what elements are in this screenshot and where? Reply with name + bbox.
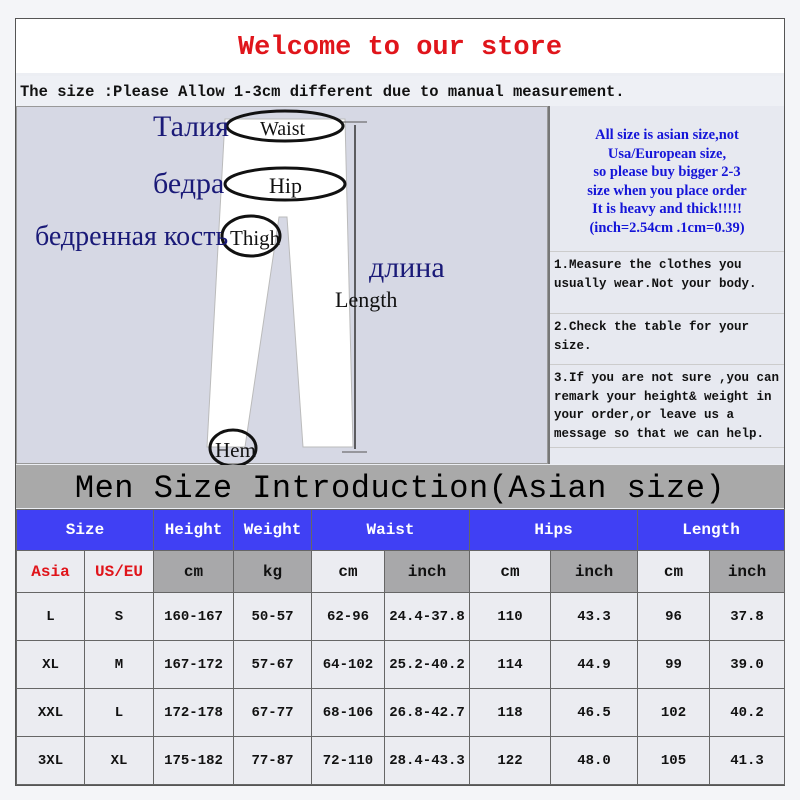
pants-diagram: Талия Waist бедра Hip бедренная кость Th… <box>16 106 548 465</box>
unit-cell: inch <box>550 550 639 593</box>
table-cell: S <box>84 592 154 641</box>
table-cell: 28.4-43.3 <box>383 736 471 785</box>
table-row: L S 160-167 50-57 62-96 24.4-37.8 110 43.3 96 37.… <box>16 592 786 641</box>
header-length: Length <box>637 509 786 551</box>
unit-cell: US/EU <box>84 550 154 593</box>
unit-cell: cm <box>153 550 234 593</box>
table-cell: 26.8-42.7 <box>383 688 471 737</box>
notice-line: Usa/European size, <box>607 145 727 162</box>
table-cell: 175-182 <box>153 736 234 785</box>
table-cell: 172-178 <box>153 688 234 737</box>
store-title: Welcome to our store <box>16 19 784 73</box>
table-cell: 25.2-40.2 <box>383 640 471 689</box>
length-label: Length <box>335 287 397 312</box>
table-cell: 102 <box>637 688 711 737</box>
header-row: Size Height Weight Waist Hips Length <box>16 509 786 551</box>
unit-cell: inch <box>709 550 786 593</box>
table-cell: 50-57 <box>233 592 312 641</box>
unit-cell: inch <box>383 550 471 593</box>
table-row: 3XL XL 175-182 77-87 72-110 28.4-43.3 122 48.0 1… <box>16 736 786 785</box>
table-cell: L <box>84 688 154 737</box>
measurement-note: The size :Please Allow 1-3cm different d… <box>16 76 784 106</box>
table-cell: 122 <box>469 736 552 785</box>
notice-line: so please buy bigger 2-3 <box>593 164 741 180</box>
table-cell: L <box>16 592 85 641</box>
asian-size-notice: All size is asian size,not Usa/European … <box>550 106 784 252</box>
table-cell: 40.2 <box>709 688 786 737</box>
table-cell: XL <box>84 736 154 785</box>
table-cell: 3XL <box>16 736 85 785</box>
table-row: XXL L 172-178 67-77 68-106 26.8-42.7 118 46.5 10… <box>16 688 786 737</box>
length-ru-label: длина <box>369 251 445 284</box>
table-cell: 24.4-37.8 <box>383 592 471 641</box>
table-cell: 37.8 <box>709 592 786 641</box>
table-cell: 105 <box>637 736 711 785</box>
instructions-panel: All size is asian size,not Usa/European … <box>548 106 784 464</box>
step-3: 3.If you are not sure ,you can remark yo… <box>550 365 784 448</box>
unit-cell: kg <box>233 550 312 593</box>
notice-line: size when you place order <box>587 182 747 199</box>
table-cell: 114 <box>469 640 552 689</box>
thigh-label: Thigh <box>230 226 281 250</box>
step-2: 2.Check the table for your size. <box>550 314 784 365</box>
table-cell: 57-67 <box>233 640 312 689</box>
table-cell: XL <box>16 640 85 689</box>
table-cell: XXL <box>16 688 85 737</box>
table-cell: 48.0 <box>550 736 639 785</box>
table-cell: 39.0 <box>709 640 786 689</box>
table-cell: 68-106 <box>311 688 385 737</box>
waist-ru-label: Талия <box>153 110 229 143</box>
table-cell: 96 <box>637 592 711 641</box>
unit-cell: cm <box>469 550 552 593</box>
header-weight: Weight <box>233 509 312 551</box>
table-cell: 41.3 <box>709 736 786 785</box>
header-hips: Hips <box>469 509 639 551</box>
notice-line: All size is asian size,not <box>595 127 739 143</box>
table-cell: 67-77 <box>233 688 312 737</box>
table-cell: 46.5 <box>550 688 639 737</box>
table-cell: 167-172 <box>153 640 234 689</box>
step-1: 1.Measure the clothes you usually wear.N… <box>550 252 784 314</box>
size-table-heading: Men Size Introduction(Asian size) <box>16 465 784 508</box>
table-row: XL M 167-172 57-67 64-102 25.2-40.2 114 44.9 99 3… <box>16 640 786 689</box>
table-cell: 160-167 <box>153 592 234 641</box>
table-cell: 62-96 <box>311 592 385 641</box>
hip-label: Hip <box>269 173 302 198</box>
notice-line: It is heavy and thick!!!!! <box>592 201 742 217</box>
table-cell: M <box>84 640 154 689</box>
table-cell: 64-102 <box>311 640 385 689</box>
table-cell: 43.3 <box>550 592 639 641</box>
thigh-ru-label: бедренная кость <box>35 221 228 252</box>
table-cell: 110 <box>469 592 552 641</box>
table-cell: 44.9 <box>550 640 639 689</box>
hip-ru-label: бедра <box>153 167 224 200</box>
header-height: Height <box>153 509 234 551</box>
unit-cell: Asia <box>16 550 85 593</box>
size-table: Size Height Weight Waist Hips Length Asi… <box>16 509 786 785</box>
header-waist: Waist <box>310 509 471 551</box>
notice-line: (inch=2.54cm .1cm=0.39) <box>589 219 745 236</box>
units-row: Asia US/EU cm kg cm inch cm inch cm inch <box>16 550 786 593</box>
table-cell: 118 <box>469 688 552 737</box>
header-size: Size <box>16 509 154 551</box>
table-cell: 99 <box>637 640 711 689</box>
unit-cell: cm <box>637 550 711 593</box>
hem-label: Hem <box>215 438 256 462</box>
waist-label: Waist <box>260 118 305 140</box>
table-cell: 77-87 <box>233 736 312 785</box>
table-cell: 72-110 <box>311 736 385 785</box>
unit-cell: cm <box>311 550 385 593</box>
